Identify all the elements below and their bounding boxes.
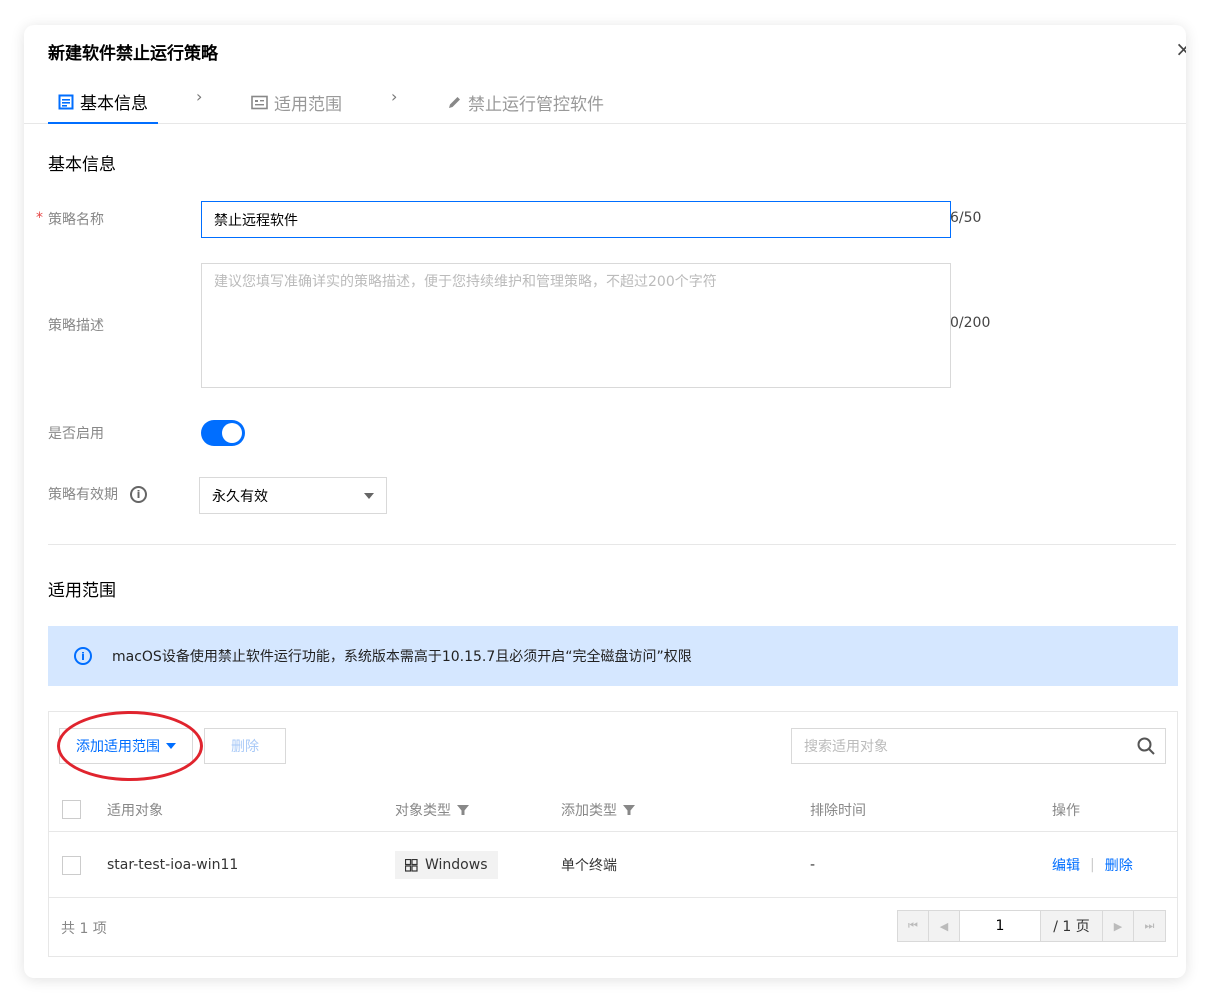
row-checkbox[interactable] [62, 855, 81, 875]
caret-down-icon [364, 492, 374, 499]
dialog-title: 新建软件禁止运行策略 [48, 44, 218, 64]
edit-link[interactable]: 编辑 [1052, 855, 1080, 875]
required-mark: * [36, 210, 43, 226]
row-object-type: Windows [395, 833, 498, 897]
first-page-icon[interactable]: ⏮ [898, 911, 929, 941]
validity-label-row: 策略有效期 i [48, 484, 147, 504]
form-icon [58, 94, 74, 109]
col-object-type-label: 对象类型 [395, 802, 451, 819]
col-actions: 操作 [1052, 802, 1080, 819]
page-total: / 1 页 [1041, 911, 1103, 941]
filter-icon[interactable] [457, 804, 469, 816]
table-header: 适用对象 对象类型 添加类型 排除时间 操作 [49, 788, 1177, 832]
policy-dialog: 新建软件禁止运行策略 × 基本信息 › 适用范围 › 禁止运行管控软件 基本信息… [24, 25, 1186, 978]
col-object-type: 对象类型 [395, 788, 469, 831]
policy-desc-label: 策略描述 [48, 318, 104, 334]
next-page-icon[interactable]: ▶ [1103, 911, 1134, 941]
id-card-icon [251, 95, 268, 110]
section-title-scope: 适用范围 [48, 581, 116, 601]
delete-button[interactable]: 删除 [204, 728, 286, 764]
pencil-icon [449, 97, 460, 108]
pagination: ⏮ ◀ 1 / 1 页 ▶ ⏭ [897, 910, 1166, 942]
desc-char-count: 0/200 [950, 315, 991, 331]
policy-name-label: 策略名称 [48, 212, 104, 228]
enable-label: 是否启用 [48, 426, 104, 442]
notice-text: macOS设备使用禁止软件运行功能，系统版本需高于10.15.7且必须开启“完全… [112, 649, 692, 665]
os-label: Windows [425, 857, 488, 873]
chevron-right-icon: › [391, 87, 398, 106]
enable-toggle[interactable] [201, 420, 245, 446]
close-icon[interactable]: × [1175, 37, 1186, 61]
step-label: 基本信息 [80, 94, 148, 114]
windows-icon [405, 858, 418, 872]
row-exclude-time: - [810, 857, 816, 873]
step-blocked-software[interactable]: 禁止运行管控软件 [447, 81, 604, 124]
row-target: star-test-ioa-win11 [107, 857, 239, 873]
policy-name-input[interactable]: 禁止远程软件 [201, 201, 951, 238]
filter-icon[interactable] [623, 804, 635, 816]
macos-notice-banner: i macOS设备使用禁止软件运行功能，系统版本需高于10.15.7且必须开启“… [48, 626, 1178, 686]
col-target: 适用对象 [107, 802, 163, 819]
last-page-icon[interactable]: ⏭ [1134, 911, 1165, 941]
os-tag: Windows [395, 851, 498, 879]
step-scope[interactable]: 适用范围 [251, 81, 342, 124]
chevron-right-icon: › [196, 87, 203, 106]
total-count: 共 1 项 [61, 921, 107, 937]
row-delete-link[interactable]: 删除 [1105, 855, 1133, 875]
policy-desc-textarea[interactable]: 建议您填写准确详实的策略描述，便于您持续维护和管理策略，不超过200个字符 [201, 263, 951, 388]
select-all-checkbox[interactable] [62, 800, 81, 819]
validity-label: 策略有效期 [48, 487, 118, 503]
search-input[interactable]: 搜索适用对象 [791, 728, 1166, 764]
red-circle-annotation [57, 711, 203, 781]
prev-page-icon[interactable]: ◀ [929, 911, 960, 941]
step-basic-info[interactable]: 基本信息 [48, 81, 158, 124]
name-char-count: 6/50 [950, 210, 982, 226]
row-actions: 编辑 | 删除 [1052, 833, 1133, 897]
step-label: 禁止运行管控软件 [468, 95, 604, 115]
row-add-type: 单个终端 [561, 858, 617, 874]
page-input[interactable]: 1 [960, 911, 1041, 941]
validity-selected-value: 永久有效 [212, 488, 268, 505]
scope-table-panel: 添加适用范围 删除 搜索适用对象 适用对象 对象类型 添加类型 排除时间 操作 [48, 711, 1178, 957]
section-divider [48, 544, 1176, 545]
col-add-type: 添加类型 [561, 788, 635, 831]
validity-select[interactable]: 永久有效 [199, 477, 387, 514]
step-label: 适用范围 [274, 95, 342, 115]
search-icon[interactable] [1137, 737, 1155, 755]
col-exclude-time: 排除时间 [810, 802, 866, 819]
section-title-basic: 基本信息 [48, 155, 116, 175]
action-separator: | [1090, 857, 1095, 873]
info-icon: i [74, 647, 92, 665]
info-icon[interactable]: i [130, 485, 147, 503]
col-add-type-label: 添加类型 [561, 802, 617, 819]
step-tabs: 基本信息 › 适用范围 › 禁止运行管控软件 [24, 81, 1186, 124]
toggle-knob [222, 423, 242, 443]
table-row: star-test-ioa-win11 Windows 单个终端 - 编辑 | … [49, 833, 1177, 898]
search-placeholder: 搜索适用对象 [804, 739, 888, 755]
